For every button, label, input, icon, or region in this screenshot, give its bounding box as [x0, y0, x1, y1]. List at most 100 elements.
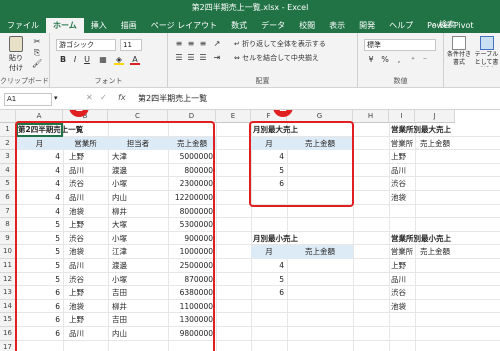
bold-button[interactable]: B: [58, 55, 68, 65]
number-format-select[interactable]: 標準: [364, 39, 436, 51]
wrap-text-icon: ↵: [234, 40, 240, 48]
orientation-icon[interactable]: ↗: [212, 39, 222, 49]
align-middle-icon[interactable]: ≡: [186, 39, 196, 49]
row-header[interactable]: 15: [0, 313, 16, 327]
italic-button[interactable]: I: [70, 55, 80, 65]
borders-icon[interactable]: ▦: [98, 55, 108, 65]
table-header[interactable]: 売上金額: [415, 137, 455, 151]
percent-icon[interactable]: %: [380, 55, 390, 65]
month-cell[interactable]: 4: [251, 259, 284, 273]
copy-icon[interactable]: ⎘: [32, 48, 42, 58]
row-header[interactable]: 14: [0, 299, 16, 314]
formula-input[interactable]: 第2四半期売上一覧: [138, 93, 207, 105]
office-cell[interactable]: 品川: [391, 164, 406, 178]
ribbon-tab[interactable]: 描画: [114, 18, 144, 33]
office-cell[interactable]: 上野: [391, 259, 406, 273]
monthly-min-title[interactable]: 月別最小売上: [253, 232, 298, 246]
align-top-icon[interactable]: ≡: [174, 39, 184, 49]
table-header[interactable]: 営業所: [389, 137, 415, 151]
underline-button[interactable]: U: [82, 55, 92, 65]
office-max-title[interactable]: 営業所別最大売上: [391, 123, 451, 137]
currency-icon[interactable]: ¥: [366, 55, 376, 65]
fill-color-icon[interactable]: ◈: [114, 55, 124, 65]
row-header[interactable]: 3: [0, 150, 16, 164]
alignment-group: ≡ ≡ ≡ ↗ ☰ ☰ ☰ ⇥ ↵ 折り返して全体を表示する ⇔ セルを結合して…: [168, 33, 358, 88]
name-box[interactable]: A1: [4, 93, 52, 106]
align-right-icon[interactable]: ☰: [198, 53, 208, 63]
merge-center-button[interactable]: ⇔ セルを結合して中央揃え: [234, 53, 319, 63]
office-cell[interactable]: 池袋: [391, 191, 406, 205]
column-header[interactable]: H: [353, 110, 389, 123]
table-header[interactable]: 売上金額: [287, 245, 353, 259]
number-group: 標準 ¥ % , ⁺ ⁻ 数値: [358, 33, 444, 88]
name-box-dropdown-icon[interactable]: ▾: [54, 94, 58, 102]
table-header[interactable]: 売上金額: [415, 245, 455, 259]
row-header[interactable]: 4: [0, 163, 16, 178]
column-header[interactable]: E: [216, 110, 251, 123]
office-cell[interactable]: 池袋: [391, 300, 406, 314]
row-header[interactable]: 8: [0, 218, 16, 232]
conditional-format-icon: [452, 36, 466, 50]
conditional-format-button[interactable]: 条件付き書式: [446, 36, 472, 67]
window-title: 第2四半期売上一覧.xlsx - Excel: [191, 3, 309, 12]
row-header[interactable]: 5: [0, 177, 16, 191]
align-center-icon[interactable]: ☰: [186, 53, 196, 63]
increase-decimal-icon[interactable]: ⁺: [408, 55, 418, 65]
ribbon-tab[interactable]: ヘルプ: [382, 18, 420, 33]
row-header[interactable]: 13: [0, 286, 16, 300]
format-painter-icon[interactable]: 🖌: [32, 59, 42, 69]
ribbon-tab[interactable]: 校閲: [292, 18, 322, 33]
number-group-label: 数値: [393, 77, 408, 85]
ribbon-tab[interactable]: 挿入: [84, 18, 114, 33]
row-header[interactable]: 7: [0, 204, 16, 219]
office-cell[interactable]: 上野: [391, 150, 406, 164]
clipboard-group: 貼り付け ✂ ⎘ 🖌 クリップボード: [0, 33, 50, 88]
column-header[interactable]: J: [415, 110, 455, 123]
ribbon-tab[interactable]: 表示: [322, 18, 352, 33]
enter-icon[interactable]: ✓: [100, 93, 107, 102]
row-header[interactable]: 17: [0, 340, 16, 351]
paste-button[interactable]: 貼り付け: [6, 36, 26, 73]
decrease-decimal-icon[interactable]: ⁻: [420, 55, 430, 65]
ribbon-search[interactable]: ⌕ 検索: [432, 18, 496, 31]
comma-icon[interactable]: ,: [394, 55, 404, 65]
month-cell[interactable]: 6: [251, 286, 284, 300]
row-header[interactable]: 9: [0, 231, 16, 246]
wrap-text-button[interactable]: ↵ 折り返して全体を表示する: [234, 39, 326, 49]
ribbon-tab[interactable]: ページ レイアウト: [144, 18, 224, 33]
table-header[interactable]: 月: [251, 245, 287, 259]
align-bottom-icon[interactable]: ≡: [198, 39, 208, 49]
cancel-icon[interactable]: ✕: [86, 93, 93, 102]
column-header[interactable]: I: [389, 110, 415, 123]
table-icon: [479, 36, 494, 50]
ribbon-tab[interactable]: 数式: [224, 18, 254, 33]
row-header[interactable]: 10: [0, 245, 16, 259]
ribbon-tab[interactable]: データ: [254, 18, 292, 33]
office-cell[interactable]: 渋谷: [391, 286, 406, 300]
fx-button[interactable]: fx: [118, 93, 126, 102]
table-header[interactable]: 営業所: [389, 245, 415, 259]
cut-icon[interactable]: ✂: [32, 37, 42, 47]
row-header[interactable]: 6: [0, 191, 16, 205]
row-header[interactable]: 11: [0, 259, 16, 273]
ribbon-tab[interactable]: 開発: [352, 18, 382, 33]
row-header[interactable]: 12: [0, 272, 16, 287]
indent-icon[interactable]: ⇥: [212, 53, 222, 63]
ribbon-tab[interactable]: ファイル: [0, 18, 46, 33]
row-header[interactable]: 16: [0, 327, 16, 341]
alignment-group-label: 配置: [255, 77, 270, 85]
office-min-title[interactable]: 営業所別最小売上: [391, 232, 451, 246]
font-name-select[interactable]: 游ゴシック: [56, 39, 116, 51]
row-header[interactable]: 1: [0, 123, 16, 137]
month-cell[interactable]: 5: [251, 273, 284, 287]
office-cell[interactable]: 品川: [391, 273, 406, 287]
align-left-icon[interactable]: ☰: [174, 53, 184, 63]
ribbon-tab[interactable]: ホーム: [46, 18, 84, 33]
font-color-icon[interactable]: A: [130, 55, 140, 65]
font-size-select[interactable]: 11: [120, 39, 142, 51]
formula-bar: A1 ▾ ✕ ✓ fx 第2四半期売上一覧: [0, 88, 500, 110]
select-all-corner[interactable]: [0, 110, 16, 123]
format-as-table-button[interactable]: テーブルとして書式設定: [473, 36, 500, 67]
row-header[interactable]: 2: [0, 136, 16, 151]
office-cell[interactable]: 渋谷: [391, 177, 406, 191]
